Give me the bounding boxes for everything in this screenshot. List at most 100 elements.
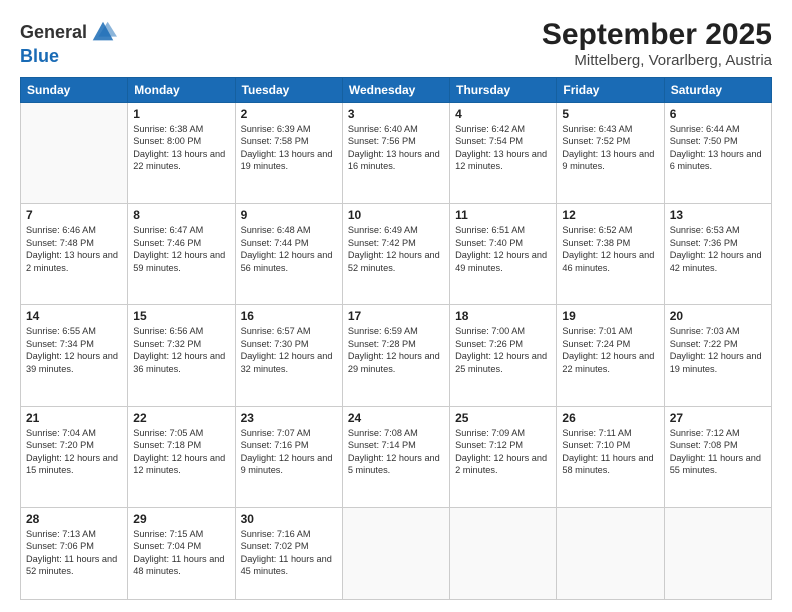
calendar-subtitle: Mittelberg, Vorarlberg, Austria	[542, 52, 772, 69]
day-number: 2	[241, 107, 337, 121]
day-number: 9	[241, 208, 337, 222]
calendar-title: September 2025	[542, 18, 772, 52]
day-number: 14	[26, 309, 122, 323]
sunset-text: Sunset: 7:06 PM	[26, 540, 122, 552]
sunrise-text: Sunrise: 7:09 AM	[455, 427, 551, 439]
day-number: 18	[455, 309, 551, 323]
table-row: 19 Sunrise: 7:01 AM Sunset: 7:24 PM Dayl…	[557, 305, 664, 406]
table-row: 20 Sunrise: 7:03 AM Sunset: 7:22 PM Dayl…	[664, 305, 771, 406]
daylight-text: Daylight: 12 hours and 22 minutes.	[562, 350, 658, 375]
sunset-text: Sunset: 7:56 PM	[348, 135, 444, 147]
table-row: 17 Sunrise: 6:59 AM Sunset: 7:28 PM Dayl…	[342, 305, 449, 406]
daylight-text: Daylight: 13 hours and 12 minutes.	[455, 148, 551, 173]
table-row	[664, 507, 771, 599]
table-row: 25 Sunrise: 7:09 AM Sunset: 7:12 PM Dayl…	[450, 406, 557, 507]
table-row: 12 Sunrise: 6:52 AM Sunset: 7:38 PM Dayl…	[557, 204, 664, 305]
header-thursday: Thursday	[450, 78, 557, 103]
sunrise-text: Sunrise: 7:01 AM	[562, 325, 658, 337]
header: General Blue September 2025 Mittelberg, …	[20, 18, 772, 69]
sunset-text: Sunset: 7:40 PM	[455, 237, 551, 249]
daylight-text: Daylight: 13 hours and 6 minutes.	[670, 148, 766, 173]
weekday-header-row: Sunday Monday Tuesday Wednesday Thursday…	[21, 78, 772, 103]
day-number: 1	[133, 107, 229, 121]
day-number: 15	[133, 309, 229, 323]
sunrise-text: Sunrise: 6:47 AM	[133, 224, 229, 236]
table-row	[557, 507, 664, 599]
table-row: 21 Sunrise: 7:04 AM Sunset: 7:20 PM Dayl…	[21, 406, 128, 507]
sunset-text: Sunset: 7:34 PM	[26, 338, 122, 350]
table-row: 2 Sunrise: 6:39 AM Sunset: 7:58 PM Dayli…	[235, 103, 342, 204]
daylight-text: Daylight: 11 hours and 55 minutes.	[670, 452, 766, 477]
sunrise-text: Sunrise: 6:57 AM	[241, 325, 337, 337]
day-number: 23	[241, 411, 337, 425]
sunset-text: Sunset: 7:04 PM	[133, 540, 229, 552]
day-number: 29	[133, 512, 229, 526]
daylight-text: Daylight: 12 hours and 12 minutes.	[133, 452, 229, 477]
daylight-text: Daylight: 11 hours and 48 minutes.	[133, 553, 229, 578]
table-row: 9 Sunrise: 6:48 AM Sunset: 7:44 PM Dayli…	[235, 204, 342, 305]
sunset-text: Sunset: 7:18 PM	[133, 439, 229, 451]
day-number: 26	[562, 411, 658, 425]
table-row: 1 Sunrise: 6:38 AM Sunset: 8:00 PM Dayli…	[128, 103, 235, 204]
sunrise-text: Sunrise: 6:59 AM	[348, 325, 444, 337]
page: General Blue September 2025 Mittelberg, …	[0, 0, 792, 612]
sunset-text: Sunset: 8:00 PM	[133, 135, 229, 147]
sunset-text: Sunset: 7:22 PM	[670, 338, 766, 350]
table-row: 10 Sunrise: 6:49 AM Sunset: 7:42 PM Dayl…	[342, 204, 449, 305]
daylight-text: Daylight: 12 hours and 9 minutes.	[241, 452, 337, 477]
sunrise-text: Sunrise: 7:12 AM	[670, 427, 766, 439]
logo-icon	[89, 18, 117, 46]
table-row: 18 Sunrise: 7:00 AM Sunset: 7:26 PM Dayl…	[450, 305, 557, 406]
daylight-text: Daylight: 12 hours and 49 minutes.	[455, 249, 551, 274]
day-number: 22	[133, 411, 229, 425]
day-number: 4	[455, 107, 551, 121]
sunset-text: Sunset: 7:50 PM	[670, 135, 766, 147]
table-row: 14 Sunrise: 6:55 AM Sunset: 7:34 PM Dayl…	[21, 305, 128, 406]
sunrise-text: Sunrise: 7:16 AM	[241, 528, 337, 540]
sunrise-text: Sunrise: 6:51 AM	[455, 224, 551, 236]
sunrise-text: Sunrise: 7:15 AM	[133, 528, 229, 540]
table-row: 26 Sunrise: 7:11 AM Sunset: 7:10 PM Dayl…	[557, 406, 664, 507]
day-number: 12	[562, 208, 658, 222]
sunset-text: Sunset: 7:10 PM	[562, 439, 658, 451]
daylight-text: Daylight: 12 hours and 2 minutes.	[455, 452, 551, 477]
sunset-text: Sunset: 7:20 PM	[26, 439, 122, 451]
daylight-text: Daylight: 13 hours and 9 minutes.	[562, 148, 658, 173]
title-block: September 2025 Mittelberg, Vorarlberg, A…	[542, 18, 772, 69]
daylight-text: Daylight: 12 hours and 29 minutes.	[348, 350, 444, 375]
daylight-text: Daylight: 12 hours and 59 minutes.	[133, 249, 229, 274]
daylight-text: Daylight: 12 hours and 52 minutes.	[348, 249, 444, 274]
header-tuesday: Tuesday	[235, 78, 342, 103]
daylight-text: Daylight: 12 hours and 56 minutes.	[241, 249, 337, 274]
table-row: 6 Sunrise: 6:44 AM Sunset: 7:50 PM Dayli…	[664, 103, 771, 204]
sunset-text: Sunset: 7:14 PM	[348, 439, 444, 451]
sunrise-text: Sunrise: 6:43 AM	[562, 123, 658, 135]
table-row: 13 Sunrise: 6:53 AM Sunset: 7:36 PM Dayl…	[664, 204, 771, 305]
sunset-text: Sunset: 7:38 PM	[562, 237, 658, 249]
sunrise-text: Sunrise: 6:46 AM	[26, 224, 122, 236]
sunset-text: Sunset: 7:28 PM	[348, 338, 444, 350]
table-row: 3 Sunrise: 6:40 AM Sunset: 7:56 PM Dayli…	[342, 103, 449, 204]
daylight-text: Daylight: 12 hours and 36 minutes.	[133, 350, 229, 375]
day-number: 28	[26, 512, 122, 526]
sunrise-text: Sunrise: 6:55 AM	[26, 325, 122, 337]
sunrise-text: Sunrise: 7:05 AM	[133, 427, 229, 439]
table-row: 29 Sunrise: 7:15 AM Sunset: 7:04 PM Dayl…	[128, 507, 235, 599]
daylight-text: Daylight: 12 hours and 25 minutes.	[455, 350, 551, 375]
sunset-text: Sunset: 7:58 PM	[241, 135, 337, 147]
table-row: 4 Sunrise: 6:42 AM Sunset: 7:54 PM Dayli…	[450, 103, 557, 204]
sunrise-text: Sunrise: 6:44 AM	[670, 123, 766, 135]
daylight-text: Daylight: 11 hours and 52 minutes.	[26, 553, 122, 578]
sunrise-text: Sunrise: 6:42 AM	[455, 123, 551, 135]
sunset-text: Sunset: 7:36 PM	[670, 237, 766, 249]
daylight-text: Daylight: 13 hours and 22 minutes.	[133, 148, 229, 173]
sunrise-text: Sunrise: 6:49 AM	[348, 224, 444, 236]
daylight-text: Daylight: 12 hours and 5 minutes.	[348, 452, 444, 477]
table-row: 11 Sunrise: 6:51 AM Sunset: 7:40 PM Dayl…	[450, 204, 557, 305]
table-row: 22 Sunrise: 7:05 AM Sunset: 7:18 PM Dayl…	[128, 406, 235, 507]
sunrise-text: Sunrise: 7:04 AM	[26, 427, 122, 439]
sunrise-text: Sunrise: 7:11 AM	[562, 427, 658, 439]
table-row	[21, 103, 128, 204]
day-number: 13	[670, 208, 766, 222]
table-row: 7 Sunrise: 6:46 AM Sunset: 7:48 PM Dayli…	[21, 204, 128, 305]
